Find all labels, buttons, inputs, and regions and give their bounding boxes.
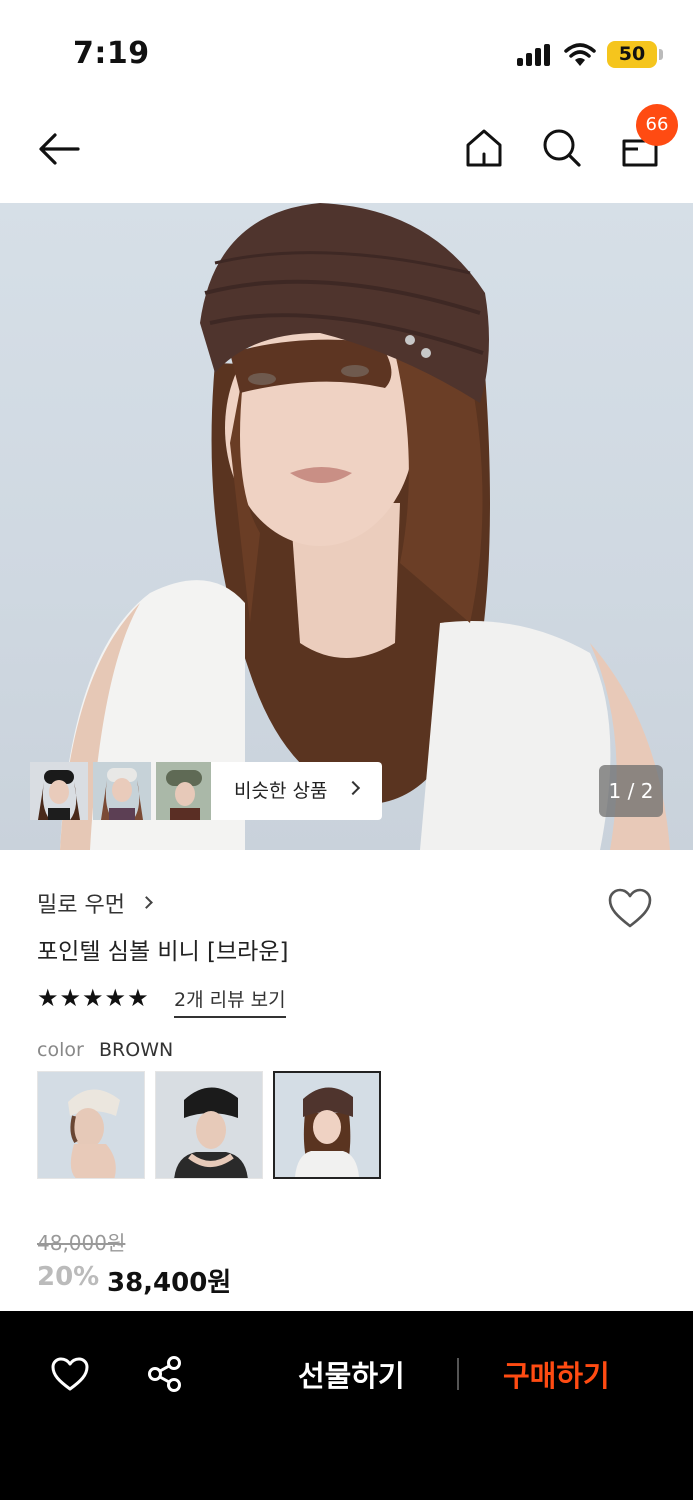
product-image[interactable]	[0, 203, 693, 850]
chevron-right-icon	[345, 780, 361, 796]
color-label: color	[37, 1039, 84, 1061]
status-bar: 7:19 50	[0, 0, 693, 100]
star-icon: ★	[82, 984, 104, 1012]
status-time: 7:19	[73, 36, 150, 71]
color-option-brown[interactable]	[273, 1071, 381, 1179]
back-arrow-icon[interactable]	[37, 129, 81, 169]
cellular-signal-icon	[517, 44, 553, 66]
sale-price: 38,400원	[107, 1268, 232, 1298]
reviews-link[interactable]: 2개 리뷰 보기	[174, 985, 286, 1018]
star-icon: ★	[127, 984, 149, 1012]
color-option-ivory[interactable]	[37, 1071, 145, 1179]
top-nav	[0, 100, 693, 203]
model-photo	[60, 203, 670, 850]
cart-count-badge: 66	[636, 104, 678, 146]
similar-thumbnails[interactable]	[30, 762, 219, 820]
battery-indicator: 50	[607, 41, 657, 68]
bottom-action-bar	[0, 1311, 693, 1500]
bar-divider	[457, 1358, 459, 1390]
similar-products-button[interactable]: 비슷한 상품	[211, 762, 382, 820]
similar-thumbnail[interactable]	[30, 762, 88, 820]
product-title: 포인텔 심볼 비니 [브라운]	[37, 939, 289, 965]
like-heart-icon[interactable]	[50, 1356, 90, 1392]
color-options	[37, 1071, 391, 1179]
color-value: BROWN	[99, 1039, 174, 1061]
share-icon[interactable]	[146, 1355, 184, 1393]
original-price: 48,000원	[37, 1231, 126, 1255]
star-icon: ★	[37, 984, 59, 1012]
home-icon[interactable]	[465, 128, 503, 168]
similar-thumbnail[interactable]	[93, 762, 151, 820]
color-option-black[interactable]	[155, 1071, 263, 1179]
battery-cap	[659, 49, 663, 60]
rating-stars: ★ ★ ★ ★ ★	[37, 984, 150, 1012]
star-icon: ★	[104, 984, 127, 1012]
wishlist-heart-icon[interactable]	[607, 887, 653, 929]
image-pager: 1 / 2	[599, 765, 663, 817]
star-icon: ★	[59, 984, 82, 1012]
brand-link[interactable]: 밀로 우먼	[37, 887, 125, 919]
similar-products-label: 비슷한 상품	[234, 780, 328, 802]
search-icon[interactable]	[542, 128, 582, 168]
similar-thumbnail[interactable]	[156, 762, 214, 820]
wifi-icon	[564, 43, 596, 66]
buy-button[interactable]: 구매하기	[503, 1353, 610, 1395]
gift-button[interactable]: 선물하기	[298, 1353, 405, 1395]
chevron-right-icon	[140, 896, 153, 909]
discount-rate: 20%	[37, 1262, 100, 1292]
